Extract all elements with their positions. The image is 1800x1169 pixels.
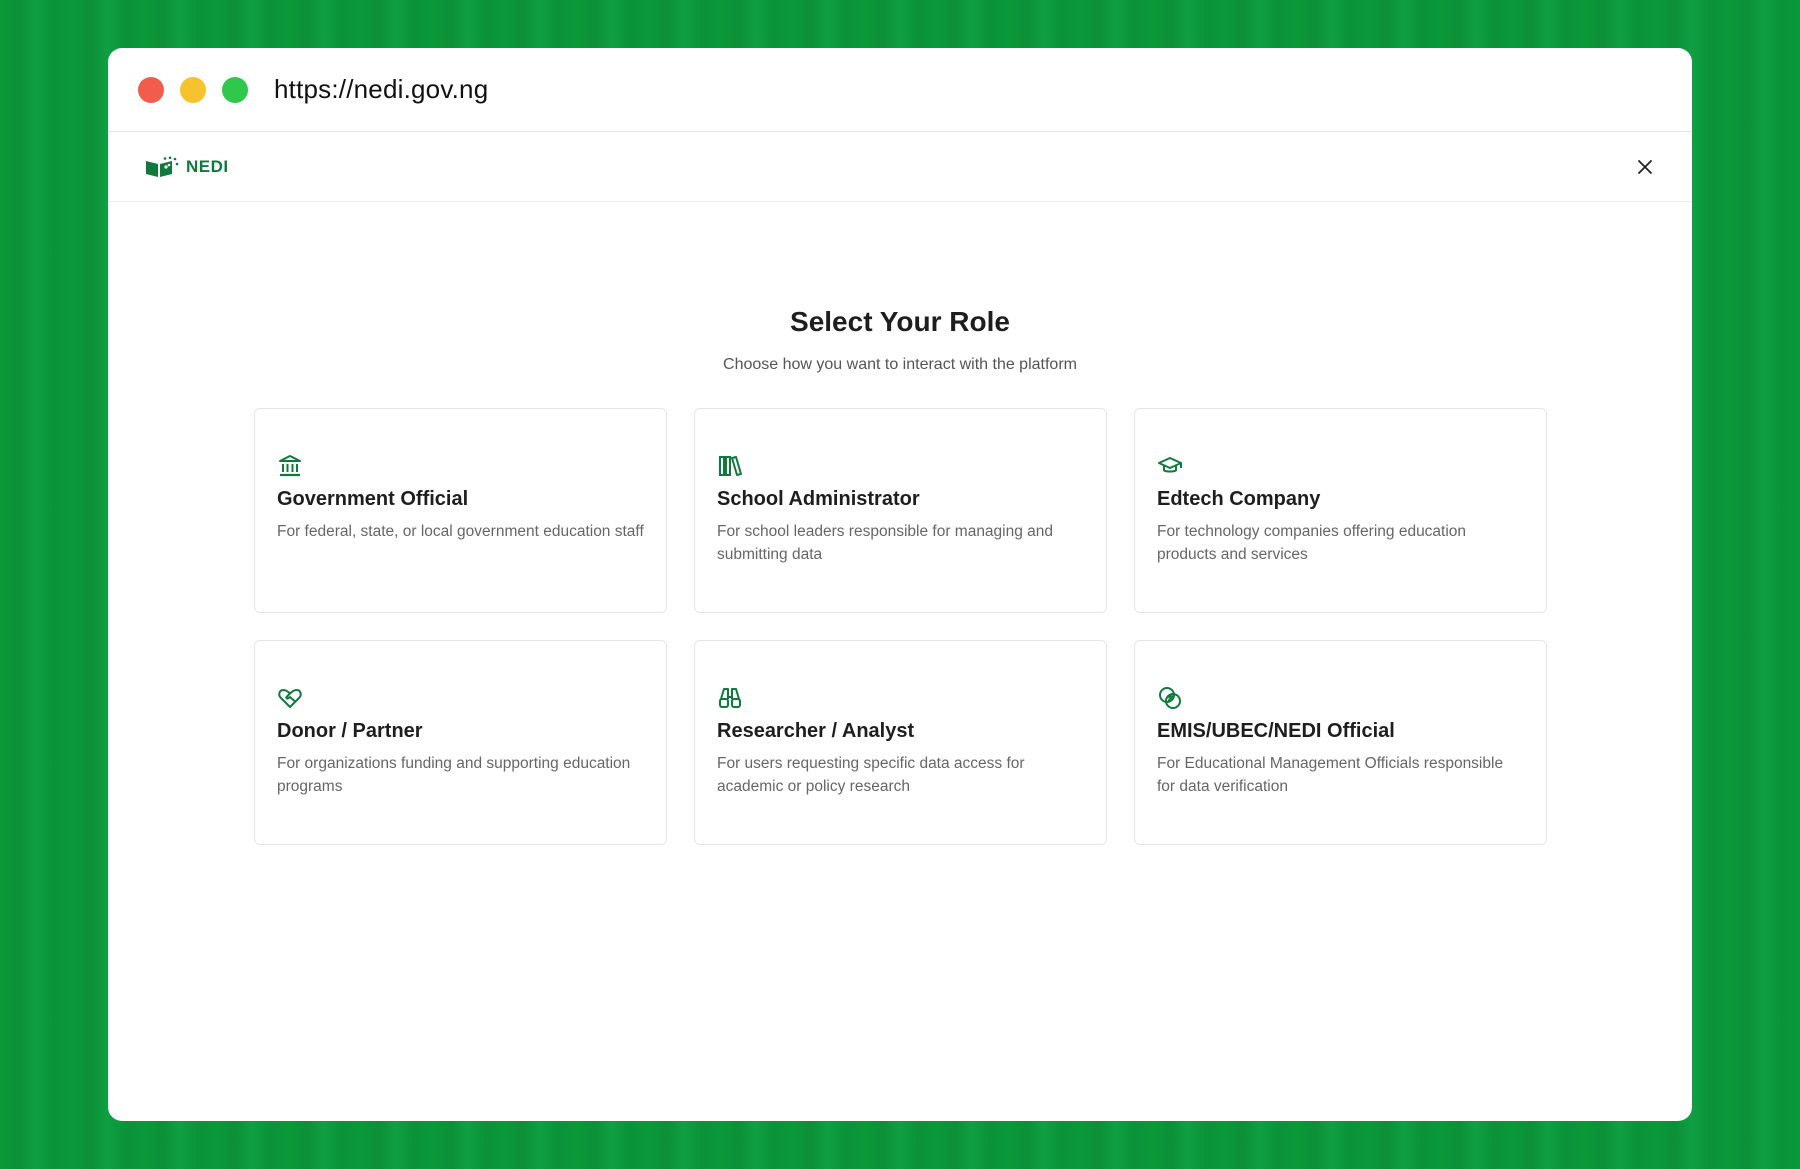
maximize-window-button[interactable] [222, 76, 248, 103]
logo-text: NEDI [186, 156, 229, 176]
role-description: For federal, state, or local government … [277, 523, 644, 540]
close-button[interactable] [1634, 156, 1656, 178]
heart-handshake-icon [278, 689, 302, 708]
role-description: For school leaders responsible for manag… [717, 523, 1054, 563]
page-subtitle: Choose how you want to interact with the… [723, 356, 1077, 373]
role-title: Edtech Company [1157, 488, 1321, 510]
role-title: EMIS/UBEC/NEDI Official [1157, 720, 1395, 742]
role-description: For organizations funding and supporting… [277, 755, 631, 795]
close-window-button[interactable] [138, 76, 164, 103]
role-description: For Educational Management Officials res… [1157, 755, 1504, 795]
nedi-logo[interactable]: NEDI [144, 156, 229, 178]
role-card-government-official[interactable]: Government Official For federal, state, … [254, 408, 667, 613]
page-title: Select Your Role [790, 306, 1010, 337]
role-card-emis-ubec-nedi-official[interactable]: EMIS/UBEC/NEDI Official For Educational … [1134, 640, 1547, 845]
role-description: For users requesting specific data acces… [717, 755, 1025, 795]
overlapping-circles-icon [1159, 687, 1181, 709]
role-description: For technology companies offering educat… [1157, 523, 1467, 563]
books-icon [719, 456, 742, 476]
role-card-donor-partner[interactable]: Donor / Partner For organizations fundin… [254, 640, 667, 845]
address-bar-url[interactable]: https://nedi.gov.ng [274, 74, 488, 105]
book-logo-icon [146, 156, 179, 177]
binoculars-icon [719, 688, 741, 708]
browser-titlebar: https://nedi.gov.ng [108, 48, 1692, 132]
bank-icon [279, 455, 301, 477]
role-grid: Government Official For federal, state, … [254, 408, 1548, 845]
minimize-window-button[interactable] [180, 76, 206, 103]
app-header: NEDI [108, 132, 1692, 202]
role-title: Researcher / Analyst [717, 720, 915, 742]
role-card-researcher-analyst[interactable]: Researcher / Analyst For users requestin… [694, 640, 1107, 845]
role-title: School Administrator [717, 488, 920, 510]
role-title: Donor / Partner [277, 720, 423, 742]
close-icon [1638, 159, 1652, 174]
role-selection: Select Your Role Choose how you want to … [108, 306, 1692, 374]
graduation-cap-icon [1158, 457, 1182, 473]
browser-window: https://nedi.gov.ng NEDI Select Your Rol… [108, 48, 1692, 1121]
role-title: Government Official [277, 488, 469, 510]
role-card-edtech-company[interactable]: Edtech Company For technology companies … [1134, 408, 1547, 613]
role-card-school-administrator[interactable]: School Administrator For school leaders … [694, 408, 1107, 613]
